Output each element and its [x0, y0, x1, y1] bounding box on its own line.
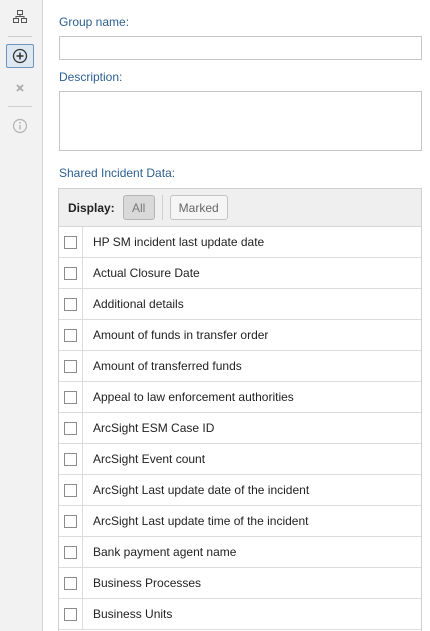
incident-data-grid: Display: All Marked HP SM incident last …: [58, 188, 422, 631]
add-button[interactable]: [6, 44, 34, 68]
row-label: Appeal to law enforcement authorities: [93, 390, 294, 404]
table-row[interactable]: Actual Closure Date: [59, 258, 421, 289]
row-checkbox-cell: [59, 506, 83, 536]
table-row[interactable]: Bank payment agent name: [59, 537, 421, 568]
group-name-label: Group name:: [59, 15, 130, 29]
toolbar-divider: [8, 106, 32, 107]
row-checkbox-cell: [59, 568, 83, 598]
row-label: ArcSight Last update date of the inciden…: [93, 483, 310, 497]
row-checkbox[interactable]: [64, 576, 77, 590]
row-label: Bank payment agent name: [93, 545, 237, 559]
row-checkbox[interactable]: [64, 545, 77, 559]
row-checkbox[interactable]: [64, 452, 77, 466]
table-row[interactable]: ArcSight Event count: [59, 444, 421, 475]
close-icon: [16, 84, 24, 92]
table-row[interactable]: Additional details: [59, 289, 421, 320]
row-label: HP SM incident last update date: [93, 235, 265, 249]
table-row[interactable]: Amount of transferred funds: [59, 351, 421, 382]
table-row[interactable]: Appeal to law enforcement authorities: [59, 382, 421, 413]
row-label: ArcSight Last update time of the inciden…: [93, 514, 309, 528]
row-label: Additional details: [93, 297, 184, 311]
delete-button[interactable]: [6, 76, 34, 100]
row-checkbox-cell: [59, 413, 83, 443]
side-toolbar: [0, 0, 43, 631]
table-row[interactable]: Business Processes: [59, 568, 421, 599]
row-label: Amount of transferred funds: [93, 359, 242, 373]
row-label: Business Processes: [93, 576, 202, 590]
row-checkbox-cell: [59, 289, 83, 319]
row-checkbox[interactable]: [64, 328, 77, 342]
group-name-input[interactable]: [59, 36, 422, 60]
info-button[interactable]: [6, 114, 34, 138]
row-label: ArcSight ESM Case ID: [93, 421, 215, 435]
row-label: Business Units: [93, 607, 173, 621]
add-circle-icon: [12, 48, 28, 64]
row-checkbox-cell: [59, 227, 83, 257]
info-icon: [12, 118, 28, 134]
group-form: Group name: Description: Shared Incident…: [43, 0, 430, 631]
row-checkbox-cell: [59, 382, 83, 412]
display-filter-bar: Display: All Marked: [59, 189, 421, 227]
row-checkbox-cell: [59, 258, 83, 288]
row-checkbox[interactable]: [64, 235, 77, 249]
table-row[interactable]: ArcSight ESM Case ID: [59, 413, 421, 444]
row-checkbox-cell: [59, 475, 83, 505]
filter-marked-button[interactable]: Marked: [169, 195, 228, 220]
row-checkbox[interactable]: [64, 297, 77, 311]
row-checkbox[interactable]: [64, 421, 77, 435]
shared-incident-data-label: Shared Incident Data:: [59, 166, 176, 180]
row-checkbox[interactable]: [64, 514, 77, 528]
row-checkbox-cell: [59, 537, 83, 567]
row-checkbox-cell: [59, 444, 83, 474]
hierarchy-icon: [13, 10, 27, 23]
filter-all-button[interactable]: All: [122, 195, 155, 220]
toolbar-divider: [8, 36, 32, 37]
table-row[interactable]: Amount of funds in transfer order: [59, 320, 421, 351]
table-row[interactable]: ArcSight Last update time of the inciden…: [59, 506, 421, 537]
table-row[interactable]: HP SM incident last update date: [59, 227, 421, 258]
row-checkbox[interactable]: [64, 266, 77, 280]
row-label: Actual Closure Date: [93, 266, 200, 280]
row-checkbox[interactable]: [64, 390, 77, 404]
description-textarea[interactable]: [59, 91, 422, 151]
table-row[interactable]: ArcSight Last update date of the inciden…: [59, 475, 421, 506]
row-checkbox[interactable]: [64, 607, 77, 621]
row-label: Amount of funds in transfer order: [93, 328, 269, 342]
row-checkbox-cell: [59, 599, 83, 629]
display-label: Display:: [68, 200, 115, 215]
grid-rows: HP SM incident last update date Actual Cl…: [59, 227, 421, 630]
row-checkbox-cell: [59, 320, 83, 350]
filter-divider: [161, 195, 163, 220]
hierarchy-button[interactable]: [6, 5, 34, 29]
row-checkbox[interactable]: [64, 483, 77, 497]
description-label: Description:: [59, 70, 123, 84]
row-label: ArcSight Event count: [93, 452, 206, 466]
table-row[interactable]: Business Units: [59, 599, 421, 630]
row-checkbox[interactable]: [64, 359, 77, 373]
row-checkbox-cell: [59, 351, 83, 381]
